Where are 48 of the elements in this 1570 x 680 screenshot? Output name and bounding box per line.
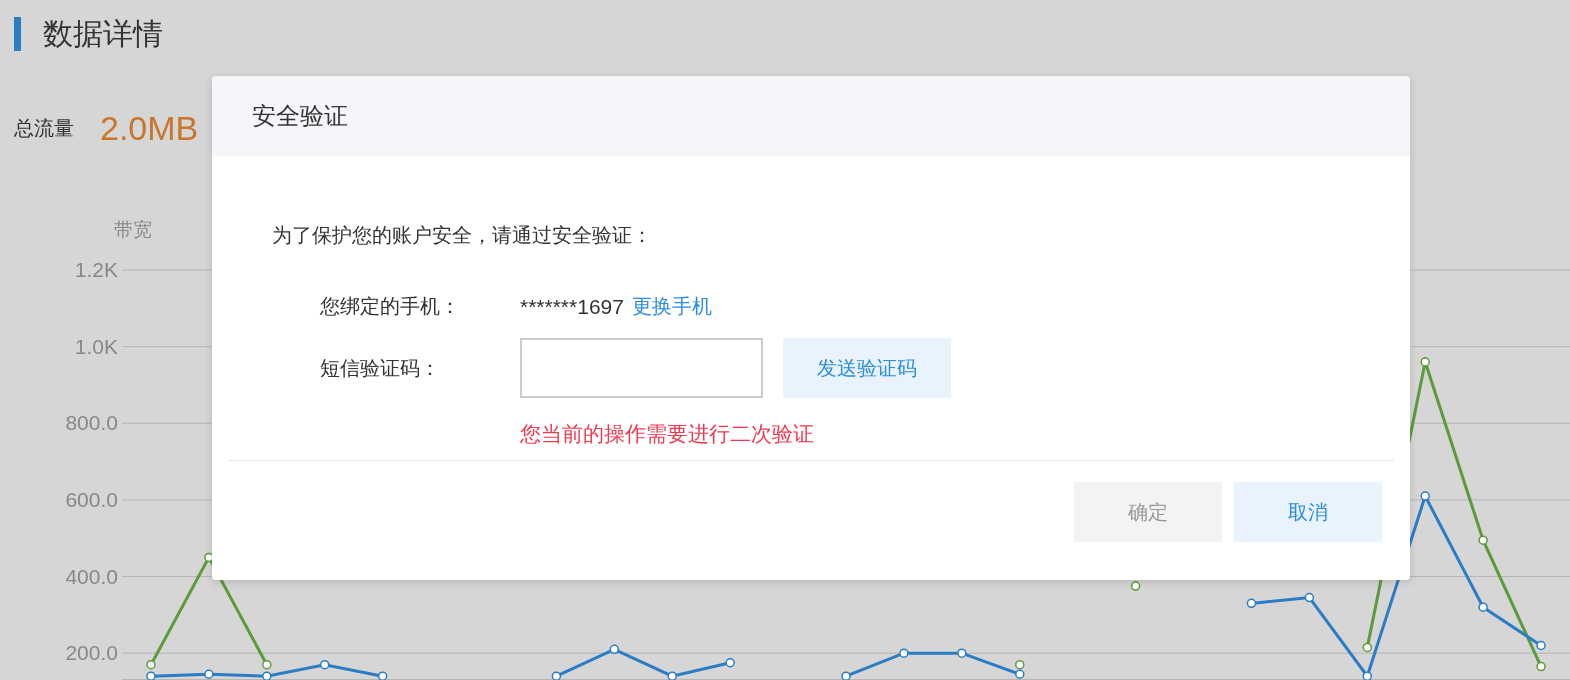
point xyxy=(725,658,735,668)
point xyxy=(1420,357,1430,367)
point xyxy=(146,659,156,670)
point xyxy=(1478,535,1488,545)
point xyxy=(204,669,214,679)
point xyxy=(1362,671,1373,680)
point xyxy=(1536,640,1546,651)
point xyxy=(1536,661,1546,672)
total-value: 2.0MB xyxy=(100,109,199,148)
point xyxy=(841,671,851,680)
change-phone-link[interactable]: 更换手机 xyxy=(631,293,712,320)
point xyxy=(1130,581,1141,591)
axis-label: 带宽 xyxy=(114,218,152,240)
point xyxy=(146,671,156,680)
dialog-title: 安全验证 xyxy=(252,101,348,132)
point xyxy=(1362,642,1373,653)
dialog-message: 为了保护您的账户安全，请通过安全验证： xyxy=(272,222,653,249)
point xyxy=(551,671,562,680)
total-label: 总流量 xyxy=(14,115,74,142)
point xyxy=(1246,598,1257,609)
point xyxy=(1304,592,1315,603)
point xyxy=(667,671,677,680)
point xyxy=(377,671,388,680)
page-title: 数据详情 xyxy=(43,14,163,53)
sms-code-label: 短信验证码： xyxy=(320,354,441,382)
point xyxy=(319,659,330,670)
point xyxy=(1015,659,1025,670)
axis-tick-label: 800.0 xyxy=(65,411,118,435)
point xyxy=(262,671,272,680)
cancel-button[interactable]: 取消 xyxy=(1234,482,1382,542)
phone-number: *******1697 xyxy=(520,294,624,319)
axis-tick-label: 400.0 xyxy=(65,564,118,588)
point xyxy=(262,659,272,670)
phone-label: 您绑定的手机： xyxy=(320,293,461,320)
axis-tick-label: 1.2K xyxy=(74,258,118,281)
point xyxy=(1015,669,1025,679)
point xyxy=(609,644,620,655)
error-message: 您当前的操作需要进行二次验证 xyxy=(520,421,815,448)
axis-tick-label: 1.0K xyxy=(74,334,118,358)
point xyxy=(957,648,967,658)
send-code-button[interactable]: 发送验证码 xyxy=(783,338,951,398)
sms-code-input[interactable] xyxy=(520,338,763,398)
title-accent-bar xyxy=(14,17,21,51)
axis-tick-label: 600.0 xyxy=(65,487,118,511)
point xyxy=(1420,491,1430,501)
point xyxy=(899,648,909,658)
point xyxy=(1478,602,1488,612)
axis-tick-label: 200.0 xyxy=(65,641,118,665)
